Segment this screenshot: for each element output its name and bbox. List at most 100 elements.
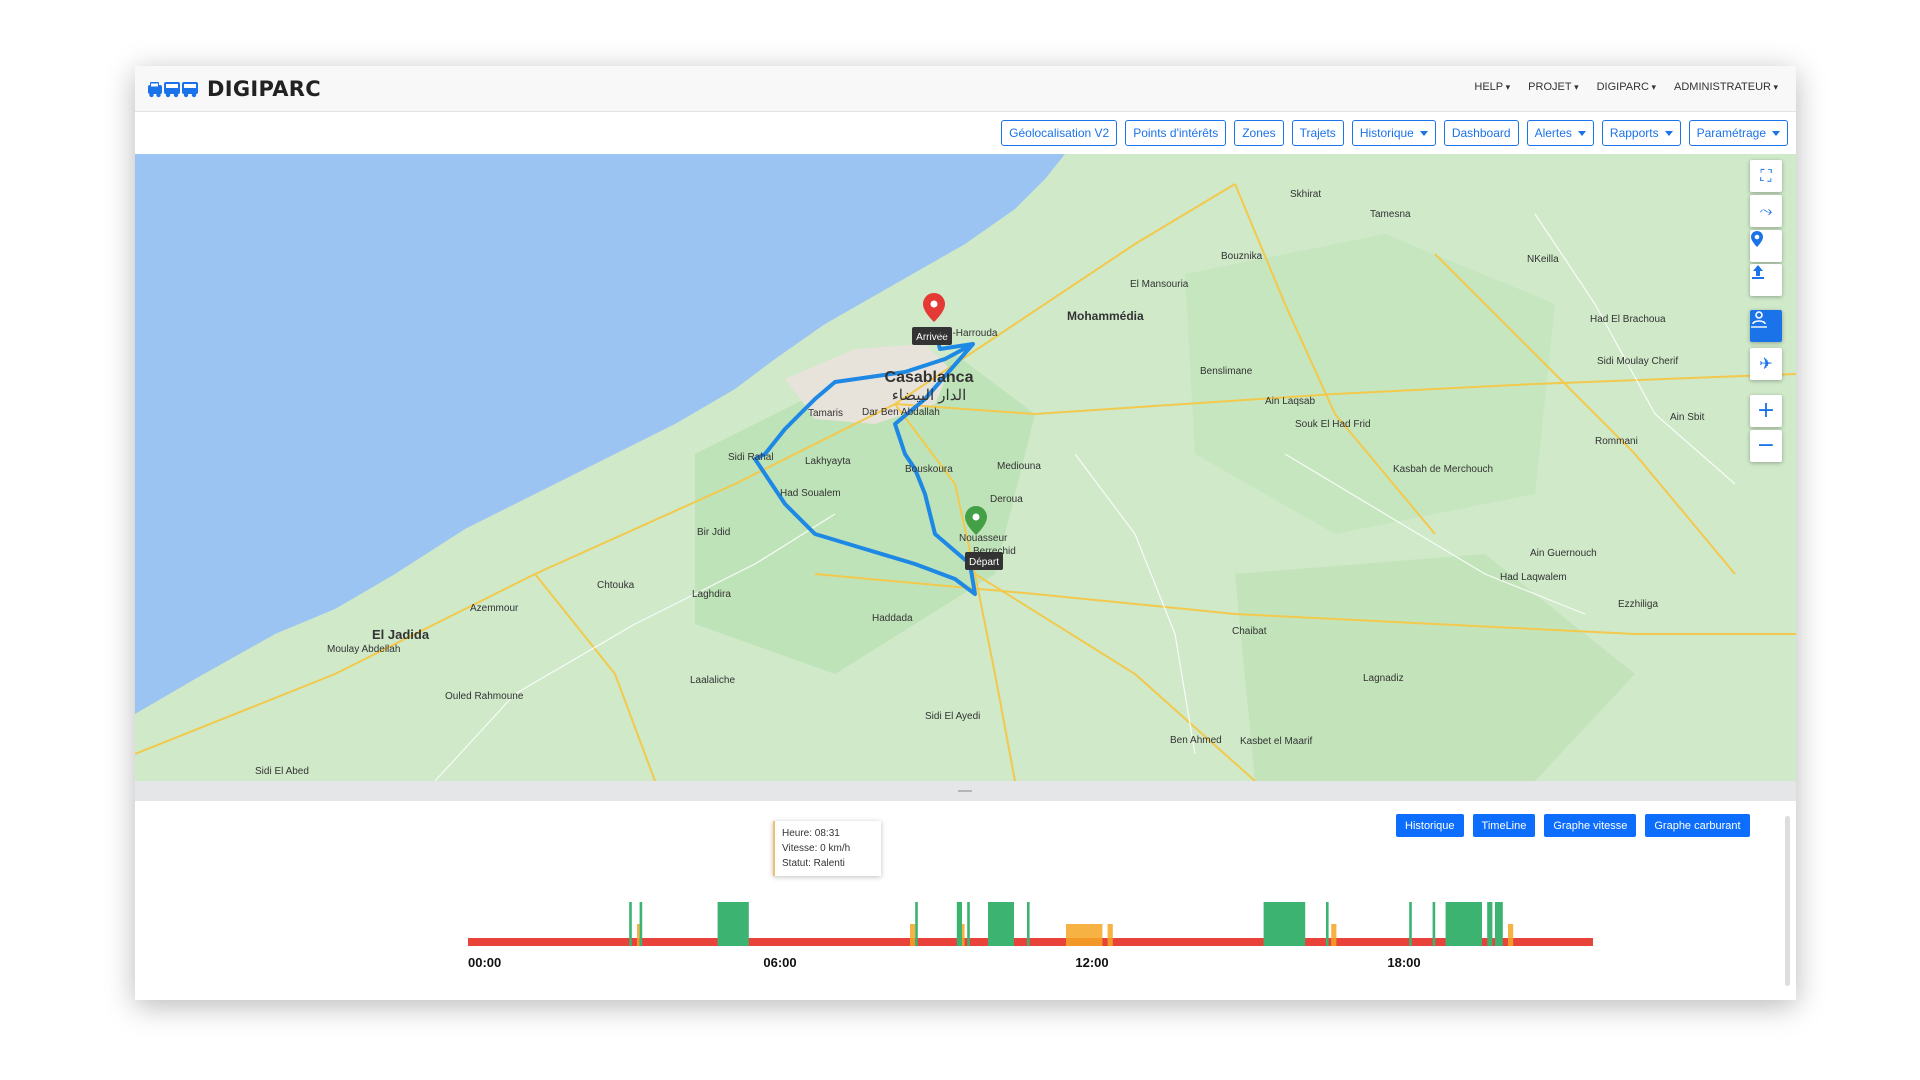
- city-el-jadida: El Jadida: [372, 627, 430, 642]
- zoom-out-button[interactable]: −: [1750, 430, 1782, 462]
- geofence-layer-button[interactable]: [1750, 310, 1782, 342]
- city-mediouna: Mediouna: [997, 461, 1041, 472]
- city-sidi-rahal: Sidi Rahal: [728, 452, 774, 463]
- route-icon: ⤳: [1759, 201, 1773, 220]
- timeline-tick-label: 06:00: [763, 955, 796, 970]
- timeline-tick-label: 18:00: [1387, 955, 1420, 970]
- top-menu: HELP PROJET DIGIPARC ADMINISTRATEUR: [1474, 81, 1778, 93]
- city-had-el-brachoua: Had El Brachoua: [1590, 314, 1666, 325]
- activity-timeline[interactable]: 00:0006:0012:0018:0000:00: [333, 877, 1593, 977]
- historique-dropdown[interactable]: Historique: [1351, 120, 1436, 146]
- map-view[interactable]: Arrivée Départ Casablanca الدار البيضاء …: [135, 154, 1796, 781]
- alertes-dropdown[interactable]: Alertes: [1526, 120, 1594, 146]
- top-navbar: DIGIPARC HELP PROJET DIGIPARC ADMINISTRA…: [135, 66, 1796, 112]
- module-toolbar: Géolocalisation V2 Points d'intérêts Zon…: [1001, 120, 1788, 146]
- parametrage-dropdown[interactable]: Paramétrage: [1688, 120, 1788, 146]
- brand[interactable]: DIGIPARC: [147, 77, 321, 101]
- timeline-driving-segment[interactable]: [1445, 902, 1482, 946]
- city-dar-ben-abdallah: Dar Ben Abdallah: [862, 407, 940, 418]
- timeline-button[interactable]: TimeLine: [1472, 814, 1536, 837]
- city-had-laqwalem: Had Laqwalem: [1500, 572, 1567, 583]
- brand-name: DIGIPARC: [207, 77, 321, 101]
- satellite-layer-button[interactable]: ✈: [1750, 348, 1782, 380]
- graphe-carburant-button[interactable]: Graphe carburant: [1645, 814, 1750, 837]
- person-pin-icon: [1751, 311, 1767, 328]
- city-bir-jdid: Bir Jdid: [697, 527, 730, 538]
- tooltip-status: Statut: Ralenti: [782, 858, 845, 869]
- timeline-driving-segment[interactable]: [988, 902, 1014, 946]
- timeline-idle-segment[interactable]: [1066, 924, 1103, 946]
- city-moulay-abdellah: Moulay Abdellah: [327, 644, 400, 655]
- panel-scrollbar[interactable]: [1785, 816, 1790, 986]
- timeline-actions: Historique TimeLine Graphe vitesse Graph…: [1396, 814, 1750, 837]
- timeline-driving-segment[interactable]: [1326, 902, 1329, 946]
- city-deroua: Deroua: [990, 494, 1023, 505]
- points-interets-button[interactable]: Points d'intérêts: [1125, 120, 1227, 146]
- timeline-driving-segment[interactable]: [639, 902, 643, 946]
- route-tool-button[interactable]: ⤳: [1750, 195, 1782, 227]
- zoom-in-button[interactable]: +: [1750, 395, 1782, 427]
- city-ain-sbit: Ain Sbit: [1670, 412, 1705, 423]
- timeline-idle-segment[interactable]: [1107, 924, 1113, 946]
- historique-button[interactable]: Historique: [1396, 814, 1464, 837]
- dashboard-button[interactable]: Dashboard: [1443, 120, 1519, 146]
- plus-icon: +: [1756, 398, 1776, 423]
- city-nkeilla: NKeilla: [1527, 254, 1559, 265]
- timeline-panel: Historique TimeLine Graphe vitesse Graph…: [135, 801, 1796, 1000]
- timeline-driving-segment[interactable]: [967, 902, 970, 946]
- timeline-driving-segment[interactable]: [1409, 902, 1412, 946]
- timeline-driving-segment[interactable]: [1487, 902, 1493, 946]
- menu-administrateur[interactable]: ADMINISTRATEUR: [1674, 81, 1778, 93]
- city-rommani: Rommani: [1595, 436, 1638, 447]
- city-chaibat: Chaibat: [1232, 626, 1267, 637]
- satellite-icon: ✈: [1759, 354, 1773, 373]
- timeline-tooltip: Heure: 08:31 Vitesse: 0 km/h Statut: Ral…: [773, 821, 881, 876]
- location-pin-button[interactable]: [1750, 230, 1782, 262]
- city-tamesna: Tamesna: [1370, 209, 1411, 220]
- timeline-driving-segment[interactable]: [1027, 902, 1030, 946]
- rapports-dropdown[interactable]: Rapports: [1601, 120, 1681, 146]
- timeline-driving-segment[interactable]: [1263, 902, 1306, 946]
- city-el-mansouria: El Mansouria: [1130, 279, 1189, 290]
- city-azemmour: Azemmour: [470, 603, 519, 614]
- zones-button[interactable]: Zones: [1234, 120, 1284, 146]
- timeline-driving-segment[interactable]: [1495, 902, 1503, 946]
- menu-digiparc[interactable]: DIGIPARC: [1597, 81, 1656, 93]
- timeline-idle-segment[interactable]: [962, 924, 965, 946]
- upload-button[interactable]: [1750, 264, 1782, 296]
- graphe-vitesse-button[interactable]: Graphe vitesse: [1544, 814, 1637, 837]
- city-bouskoura: Bouskoura: [905, 464, 953, 475]
- city-bouznika: Bouznika: [1221, 251, 1263, 262]
- timeline-driving-segment[interactable]: [717, 902, 749, 946]
- city-ain-guernouch: Ain Guernouch: [1530, 548, 1597, 559]
- city-ain-laqsab: Ain Laqsab: [1265, 396, 1315, 407]
- timeline-idle-segment[interactable]: [637, 924, 640, 946]
- city-laalaliche: Laalaliche: [690, 675, 735, 686]
- minus-icon: −: [1756, 433, 1776, 458]
- timeline-driving-segment[interactable]: [956, 902, 962, 946]
- geolocalisation-button[interactable]: Géolocalisation V2: [1001, 120, 1118, 146]
- city-kasbet-el-maarif: Kasbet el Maarif: [1240, 736, 1312, 747]
- city-casablanca: Casablanca: [885, 369, 974, 386]
- city-sidi-moulay-cherif: Sidi Moulay Cherif: [1597, 356, 1678, 367]
- timeline-driving-segment[interactable]: [629, 902, 632, 946]
- timeline-idle-segment[interactable]: [1331, 924, 1337, 946]
- timeline-driving-segment[interactable]: [915, 902, 918, 946]
- city-benslimane: Benslimane: [1200, 366, 1253, 377]
- fullscreen-button[interactable]: ⛶: [1750, 160, 1782, 192]
- city-ezzhiliga: Ezzhiliga: [1618, 599, 1658, 610]
- menu-projet[interactable]: PROJET: [1528, 81, 1578, 93]
- drag-handle-icon[interactable]: [958, 790, 972, 792]
- timeline-idle-segment[interactable]: [910, 924, 916, 946]
- city-sidi-el-ayedi: Sidi El Ayedi: [925, 711, 980, 722]
- panel-splitter[interactable]: [135, 781, 1796, 801]
- map-pin-icon: [1751, 231, 1763, 247]
- trajets-button[interactable]: Trajets: [1291, 120, 1344, 146]
- city-laghdira: Laghdira: [692, 589, 731, 600]
- city-lakhyayta: Lakhyayta: [805, 456, 851, 467]
- timeline-stopped-bar[interactable]: [468, 938, 1593, 946]
- menu-help[interactable]: HELP: [1474, 81, 1510, 93]
- timeline-idle-segment[interactable]: [1508, 924, 1514, 946]
- city-chtouka: Chtouka: [597, 580, 635, 591]
- timeline-driving-segment[interactable]: [1432, 902, 1436, 946]
